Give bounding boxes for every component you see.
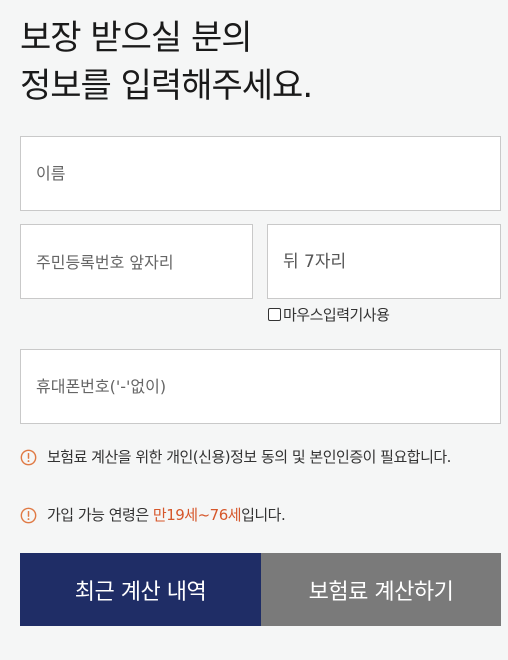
age-notice-text: 가입 가능 연령은 만19세~76세입니다. (47, 503, 286, 528)
name-field[interactable] (20, 136, 501, 211)
page-title-line1: 보장 받으실 분의 (20, 18, 253, 58)
age-range-highlight: 만19세~76세 (152, 506, 242, 524)
age-notice: 가입 가능 연령은 만19세~76세입니다. (20, 503, 286, 528)
rrn-front-input[interactable] (36, 253, 252, 272)
mouse-input-option[interactable]: 마우스입력기사용 (268, 304, 390, 325)
phone-field[interactable] (20, 349, 501, 424)
age-notice-suffix: 입니다. (241, 506, 286, 524)
exclamation-circle-icon (20, 507, 37, 524)
recent-calculations-button[interactable]: 최근 계산 내역 (20, 553, 261, 626)
mouse-input-label: 마우스입력기사용 (283, 306, 390, 324)
exclamation-circle-icon (20, 449, 37, 466)
calculate-premium-button[interactable]: 보험료 계산하기 (261, 553, 501, 626)
name-input[interactable] (36, 164, 500, 183)
rrn-back-input[interactable] (283, 251, 500, 272)
page-title-line2: 정보를 입력해주세요. (20, 66, 313, 106)
phone-input[interactable] (36, 377, 500, 396)
rrn-front-field[interactable] (20, 224, 253, 299)
consent-notice: 보험료 계산을 위한 개인(신용)정보 동의 및 본인인증이 필요합니다. (20, 445, 460, 470)
page-title: 보장 받으실 분의 정보를 입력해주세요. (20, 14, 313, 110)
consent-notice-text: 보험료 계산을 위한 개인(신용)정보 동의 및 본인인증이 필요합니다. (47, 448, 451, 466)
age-notice-prefix: 가입 가능 연령은 (47, 506, 153, 524)
checkbox-icon[interactable] (268, 308, 281, 321)
rrn-back-field[interactable] (267, 224, 501, 299)
